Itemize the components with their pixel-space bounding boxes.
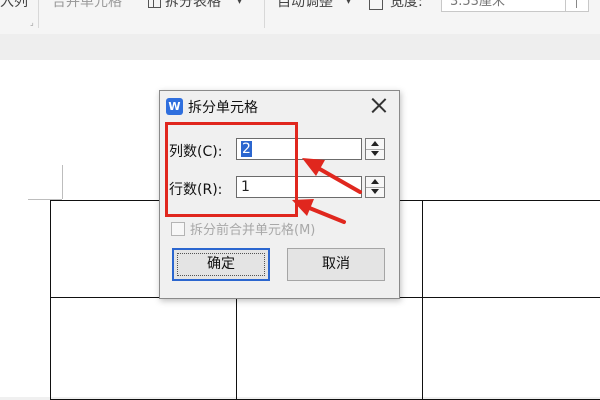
annotation-arrows	[0, 0, 600, 397]
annotation-arrow-columns	[302, 158, 360, 192]
annotation-arrow-rows	[292, 199, 344, 222]
